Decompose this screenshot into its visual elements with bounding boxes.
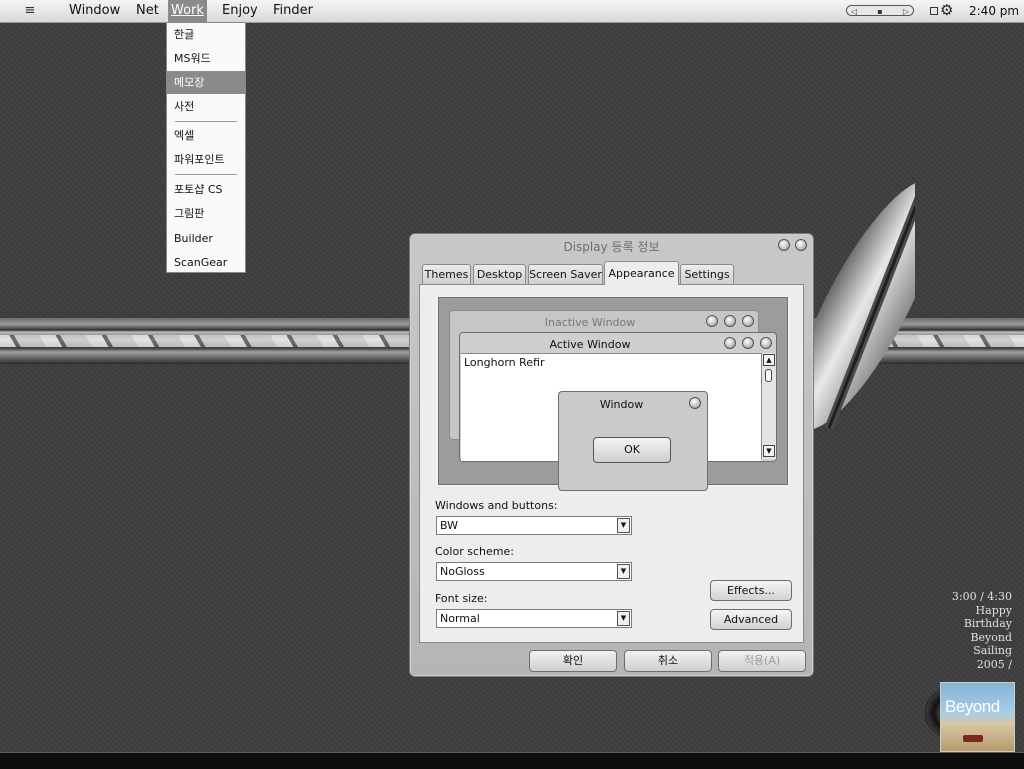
- scroll-up-arrow-icon: ▲: [763, 354, 775, 366]
- apply-button[interactable]: 적용(A): [718, 650, 806, 672]
- preview-close-icon: [760, 337, 772, 349]
- scroll-down-arrow-icon: ▼: [763, 445, 775, 457]
- track-title-line: Happy: [975, 603, 1012, 617]
- menu-item-scangear[interactable]: ScanGear: [167, 251, 245, 274]
- menubar-clock: 2:40 pm: [969, 4, 1020, 18]
- dialog-title: Display 등록 정보: [563, 240, 660, 254]
- previous-track-icon[interactable]: ◁: [851, 6, 857, 16]
- menu-item-ms-word[interactable]: MS워드: [167, 47, 245, 70]
- tab-desktop[interactable]: Desktop: [473, 264, 526, 284]
- album-cover-title: Beyond: [945, 697, 1000, 716]
- preview-minimize-icon: [724, 337, 736, 349]
- preview-maximize-icon: [742, 337, 754, 349]
- display-properties-dialog: Display 등록 정보 Themes Desktop Screen Save…: [409, 233, 814, 677]
- tab-screen-saver[interactable]: Screen Saver: [528, 264, 603, 284]
- stop-icon[interactable]: ▪: [877, 6, 882, 16]
- preview-active-window: Active Window Longhorn Refir ▲ ▼ Window …: [459, 332, 777, 491]
- preview-minimize-icon: [706, 315, 718, 327]
- gear-icon[interactable]: ⚙: [940, 2, 953, 18]
- car-icon: [963, 735, 983, 742]
- taskbar-strip: [0, 752, 1024, 769]
- menu-item-notepad[interactable]: 메모장: [167, 71, 245, 94]
- menu-item-powerpoint[interactable]: 파워포인트: [167, 148, 245, 171]
- album-cover[interactable]: Beyond: [940, 682, 1015, 752]
- menu-work[interactable]: Work: [168, 0, 207, 22]
- menu-finder[interactable]: Finder: [270, 0, 316, 22]
- help-button[interactable]: [778, 239, 790, 251]
- tab-settings[interactable]: Settings: [680, 264, 734, 284]
- menu-item-excel[interactable]: 엑셀: [167, 124, 245, 147]
- windows-buttons-select[interactable]: BW ▼: [436, 516, 632, 535]
- color-scheme-select[interactable]: NoGloss ▼: [436, 562, 632, 581]
- menu-item-paint[interactable]: 그림판: [167, 202, 245, 225]
- album-year: 2005 /: [976, 657, 1012, 671]
- menu-separator: [175, 121, 237, 122]
- work-menu-dropdown: 한글 MS워드 메모장 사전 엑셀 파워포인트 포토샵 CS 그림판 Build…: [166, 22, 246, 273]
- menu-item-photoshop[interactable]: 포토샵 CS: [167, 178, 245, 201]
- advanced-button[interactable]: Advanced: [710, 609, 792, 630]
- inactive-window-title: Inactive Window: [544, 316, 636, 329]
- menu-item-builder[interactable]: Builder: [167, 227, 245, 250]
- color-scheme-value: NoGloss: [440, 565, 485, 578]
- menu-item-dictionary[interactable]: 사전: [167, 95, 245, 118]
- preview-body-text: Longhorn Refir: [464, 356, 545, 369]
- preview-message-box: Window OK: [558, 391, 708, 491]
- album-name: Sailing: [973, 644, 1012, 657]
- cancel-button[interactable]: 취소: [624, 650, 712, 672]
- menu-separator: [175, 174, 237, 175]
- preview-close-icon: [742, 315, 754, 327]
- artist-name: Beyond: [970, 630, 1012, 644]
- font-size-value: Normal: [440, 612, 480, 625]
- message-box-title: Window: [599, 398, 644, 411]
- track-title-line: Birthday: [963, 617, 1012, 630]
- menu-logo-icon[interactable]: ≡: [22, 3, 38, 19]
- close-button[interactable]: [795, 239, 807, 251]
- scroll-thumb: [765, 369, 772, 382]
- menu-window[interactable]: Window: [66, 0, 123, 22]
- font-size-label: Font size:: [435, 592, 488, 605]
- chevron-down-icon[interactable]: ▼: [617, 518, 630, 533]
- now-playing-info: 3:00 / 4:30 Happy Birthday Beyond Sailin…: [952, 590, 1012, 671]
- preview-ok-button: OK: [593, 437, 671, 463]
- appearance-preview: Inactive Window Active Window Longhorn R…: [438, 297, 788, 491]
- preview-close-icon: [689, 397, 701, 409]
- color-scheme-label: Color scheme:: [435, 545, 514, 558]
- menubar: ≡ Window Net Work Enjoy Finder ◁ ▪ ▷ ⚙ 2…: [0, 0, 1024, 23]
- ok-button[interactable]: 확인: [529, 650, 617, 672]
- appearance-panel: Inactive Window Active Window Longhorn R…: [419, 284, 804, 643]
- track-time: 3:00 / 4:30: [951, 590, 1012, 603]
- preview-maximize-icon: [724, 315, 736, 327]
- font-size-select[interactable]: Normal ▼: [436, 609, 632, 628]
- preview-scrollbar: ▲ ▼: [761, 353, 776, 459]
- tray-square-icon[interactable]: [930, 7, 938, 15]
- chevron-down-icon[interactable]: ▼: [617, 611, 630, 626]
- menu-enjoy[interactable]: Enjoy: [219, 0, 261, 22]
- tab-themes[interactable]: Themes: [422, 264, 471, 284]
- chevron-down-icon[interactable]: ▼: [617, 564, 630, 579]
- effects-button[interactable]: Effects...: [710, 580, 792, 601]
- next-track-icon[interactable]: ▷: [903, 6, 909, 16]
- menu-item-hangul[interactable]: 한글: [167, 23, 245, 46]
- media-player-controls[interactable]: ◁ ▪ ▷: [846, 5, 914, 16]
- surfboard-decoration: [805, 179, 915, 431]
- tab-appearance[interactable]: Appearance: [604, 261, 679, 285]
- active-window-title: Active Window: [549, 338, 631, 351]
- menu-net[interactable]: Net: [133, 0, 162, 22]
- windows-buttons-label: Windows and buttons:: [435, 499, 558, 512]
- windows-buttons-value: BW: [440, 519, 459, 532]
